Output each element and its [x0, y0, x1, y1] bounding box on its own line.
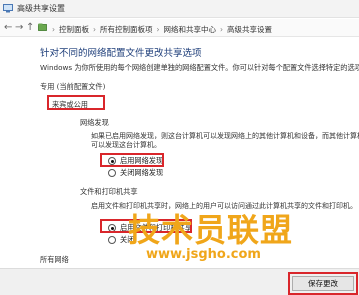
highlight-box: [100, 219, 192, 233]
disable-file-sharing-radio[interactable]: 关闭: [108, 235, 134, 245]
back-arrow-icon[interactable]: ←: [4, 22, 12, 33]
window-titlebar: 高级共享设置: [0, 0, 359, 18]
up-arrow-icon[interactable]: ↑: [26, 22, 34, 33]
breadcrumb-control-panel[interactable]: 控制面板: [59, 24, 89, 35]
disable-file-sharing-label: 关闭: [120, 235, 135, 244]
breadcrumb-advanced-sharing[interactable]: 高级共享设置: [227, 24, 272, 35]
highlight-box: [100, 153, 164, 167]
all-networks-header[interactable]: 所有网络: [40, 255, 69, 265]
window-title: 高级共享设置: [17, 4, 65, 13]
network-settings-icon: [3, 4, 13, 13]
network-discovery-desc-1: 如果已启用网络发现，则这台计算机可以发现网络上的其他计算机和设备，而其他计算机: [91, 132, 359, 140]
disable-network-discovery-label: 关闭网络发现: [120, 168, 164, 177]
main-content: 针对不同的网络配置文件更改共享选项 Windows 为你所使用的每个网络创建单独…: [0, 37, 359, 295]
radio-unselected-icon[interactable]: [108, 236, 116, 244]
network-discovery-heading: 网络发现: [80, 118, 109, 127]
breadcrumb-separator: ›: [93, 25, 96, 34]
highlight-box: [288, 272, 358, 295]
file-printer-sharing-heading: 文件和打印机共享: [80, 187, 138, 196]
breadcrumb-all-items[interactable]: 所有控制面板项: [100, 24, 153, 35]
breadcrumb-network-center[interactable]: 网络和共享中心: [164, 24, 217, 35]
network-discovery-desc-2: 可以发现这台计算机。: [91, 141, 161, 149]
footer-bar: 保存更改: [0, 269, 359, 295]
breadcrumb-separator: ›: [156, 25, 160, 34]
disable-network-discovery-radio[interactable]: 关闭网络发现: [108, 168, 163, 178]
forward-arrow-icon[interactable]: →: [15, 22, 23, 33]
file-printer-sharing-desc: 启用文件和打印机共享时，网络上的用户可以访问通过此计算机共享的文件和打印机。: [91, 202, 357, 210]
private-profile-header[interactable]: 专用 (当前配置文件): [40, 82, 105, 92]
breadcrumb-separator: ›: [220, 25, 223, 34]
control-panel-icon: [38, 23, 47, 31]
breadcrumb-separator: ›: [52, 25, 55, 34]
address-bar: ← → ↑ › 控制面板 › 所有控制面板项 › 网络和共享中心 › 高级共享设置: [0, 19, 359, 37]
radio-unselected-icon[interactable]: [108, 169, 116, 177]
breadcrumb: › 控制面板 › 所有控制面板项 › 网络和共享中心 › 高级共享设置: [48, 24, 272, 35]
page-title: 针对不同的网络配置文件更改共享选项: [40, 48, 202, 59]
highlight-box: [47, 95, 105, 110]
page-description: Windows 为你所使用的每个网络创建单独的网络配置文件。你可以针对每个配置文…: [40, 63, 359, 72]
